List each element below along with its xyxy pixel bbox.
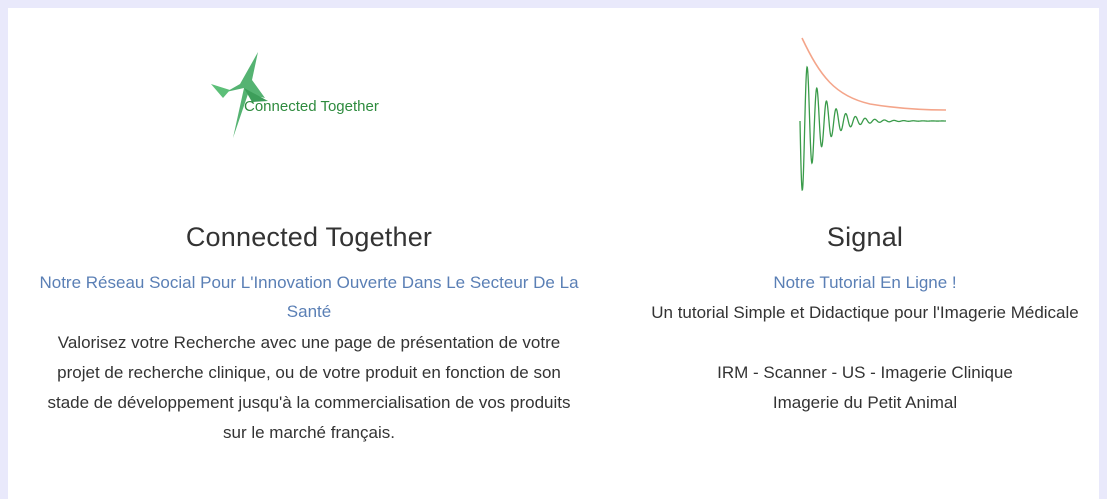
- card-description: Valorisez votre Recherche avec une page …: [47, 333, 571, 442]
- logo-text: Connected Together: [244, 98, 379, 115]
- card-description: Un tutorial Simple et Didactique pour l'…: [651, 303, 1079, 412]
- content-panel: Connected Together Connected Together No…: [8, 8, 1099, 499]
- signal-logo[interactable]: [630, 16, 1100, 198]
- card-subtitle-link[interactable]: Notre Tutorial En Ligne !: [630, 268, 1100, 297]
- card-subtitle-link[interactable]: Notre Réseau Social Pour L'Innovation Ou…: [8, 268, 610, 326]
- card-title: Signal: [826, 222, 904, 252]
- signal-waveform-icon: [799, 37, 947, 191]
- card-title: Connected Together: [185, 222, 433, 252]
- connected-together-logo-graphic: Connected Together: [211, 52, 379, 138]
- connected-together-logo[interactable]: Connected Together: [8, 46, 610, 146]
